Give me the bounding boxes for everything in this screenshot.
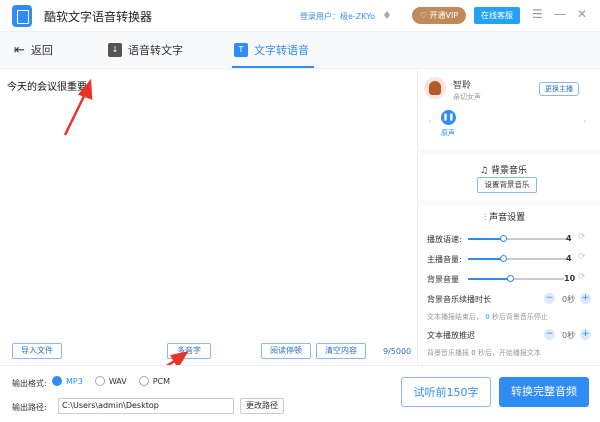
arrow-line bbox=[65, 92, 86, 135]
increase-button[interactable]: + bbox=[580, 329, 591, 340]
hint-text: 背景音乐播报 bbox=[427, 349, 469, 357]
sound-settings-title: ⫶ 声音设置 bbox=[484, 210, 525, 223]
username: 极e-ZKYo bbox=[340, 12, 375, 21]
set-bgm-button[interactable]: 设置背景音乐 bbox=[477, 177, 537, 193]
path-label: 输出路径: bbox=[12, 402, 47, 413]
radio-wav[interactable] bbox=[95, 376, 105, 386]
format-wav-label[interactable]: WAV bbox=[109, 377, 127, 386]
diamond-icon: ♦ bbox=[382, 9, 394, 21]
bgm-title-text: 背景音乐 bbox=[491, 166, 527, 176]
hint-text: 秒后，开始播报文本 bbox=[478, 349, 541, 357]
increase-button[interactable]: + bbox=[580, 293, 591, 304]
bgm-duration-hint: 文本播报结束后， 0 秒后背景音乐停止 bbox=[427, 312, 548, 322]
app-title: 酷软文字语音转换器 bbox=[44, 8, 152, 25]
speed-label: 播放语速: bbox=[427, 234, 462, 245]
format-options: MP3 WAV PCM bbox=[52, 376, 170, 386]
hint-text: 秒后背景音乐停止 bbox=[492, 313, 548, 321]
hint-num: 0 bbox=[471, 349, 475, 357]
bgm-duration-label: 背景音乐续播时长 bbox=[427, 294, 491, 305]
hint-num: 0 bbox=[485, 313, 489, 321]
voice-name: 智聆 bbox=[453, 78, 471, 91]
reset-icon[interactable]: ⟳ bbox=[578, 232, 586, 242]
preview-button[interactable]: 试听前150字 bbox=[401, 377, 491, 407]
radio-mp3[interactable] bbox=[52, 376, 62, 386]
text-to-speech-icon: T bbox=[234, 43, 248, 57]
reset-icon[interactable]: ⟳ bbox=[578, 272, 586, 282]
tab-label: 语音转文字 bbox=[128, 42, 183, 58]
original-voice-label: 原声 bbox=[441, 128, 455, 138]
voice-desc: 亲切女声 bbox=[453, 92, 481, 102]
divider bbox=[418, 149, 600, 154]
bg-volume-slider[interactable] bbox=[468, 278, 564, 280]
vip-label: 开通VIP bbox=[430, 11, 459, 20]
back-icon: ⇤ bbox=[14, 43, 25, 58]
music-icon: ♫ bbox=[480, 166, 491, 176]
back-button[interactable]: ⇤ 返回 bbox=[14, 42, 53, 58]
bg-volume-label: 背景音量 bbox=[427, 274, 459, 285]
bgm-title: ♫ 背景音乐 bbox=[480, 163, 527, 176]
settings-title-text: 声音设置 bbox=[489, 213, 525, 223]
divider bbox=[418, 200, 600, 205]
login-label: 登录用户： bbox=[300, 12, 340, 21]
format-pcm-label[interactable]: PCM bbox=[153, 377, 170, 386]
reset-icon[interactable]: ⟳ bbox=[578, 252, 586, 262]
text-delay-hint: 背景音乐播报 0 秒后，开始播报文本 bbox=[427, 348, 541, 358]
host-volume-label: 主播音量: bbox=[427, 254, 462, 265]
tab-text-to-speech[interactable]: T 文字转语音 bbox=[234, 42, 309, 58]
bgm-duration-value: 0秒 bbox=[562, 294, 575, 305]
vip-button[interactable]: ♡ 开通VIP bbox=[412, 7, 466, 24]
close-icon[interactable]: ✕ bbox=[577, 7, 587, 21]
minimize-icon[interactable]: — bbox=[554, 7, 566, 21]
radio-pcm[interactable] bbox=[139, 376, 149, 386]
decrease-button[interactable]: − bbox=[544, 329, 555, 340]
annotation-arrows bbox=[0, 70, 418, 400]
change-path-button[interactable]: 更改路径 bbox=[240, 398, 284, 414]
host-volume-value: 4 bbox=[566, 254, 572, 263]
hint-text: 文本播报结束后， bbox=[427, 313, 483, 321]
next-icon[interactable]: › bbox=[583, 117, 587, 127]
speed-value: 4 bbox=[566, 234, 572, 243]
app-logo bbox=[12, 5, 32, 27]
speech-to-text-icon: ↓ bbox=[108, 43, 122, 57]
speed-slider[interactable] bbox=[468, 238, 568, 240]
format-mp3-label[interactable]: MP3 bbox=[66, 377, 83, 386]
decrease-button[interactable]: − bbox=[544, 293, 555, 304]
login-user[interactable]: 登录用户：极e-ZKYo bbox=[300, 11, 375, 22]
text-delay-value: 0秒 bbox=[562, 330, 575, 341]
output-path-input[interactable]: C:\Users\admin\Desktop bbox=[58, 398, 234, 414]
convert-button[interactable]: 转换完整音频 bbox=[499, 377, 589, 407]
format-label: 输出格式: bbox=[12, 378, 47, 389]
prev-icon[interactable]: ‹ bbox=[428, 117, 432, 127]
active-tab-indicator bbox=[232, 66, 314, 68]
host-volume-slider[interactable] bbox=[468, 258, 568, 260]
change-voice-button[interactable]: 更换主播 bbox=[539, 82, 579, 96]
pause-icon[interactable]: ❚❚ bbox=[441, 110, 456, 125]
service-button[interactable]: 在线客服 bbox=[474, 7, 520, 24]
voice-avatar bbox=[424, 77, 446, 99]
back-label: 返回 bbox=[31, 42, 53, 58]
bg-volume-value: 10 bbox=[564, 274, 575, 283]
tab-speech-to-text[interactable]: ↓ 语音转文字 bbox=[108, 42, 183, 58]
text-delay-label: 文本播放推迟 bbox=[427, 330, 475, 341]
tab-label: 文字转语音 bbox=[254, 42, 309, 58]
arrow-head bbox=[80, 82, 91, 98]
menu-icon[interactable]: ☰ bbox=[532, 7, 543, 21]
